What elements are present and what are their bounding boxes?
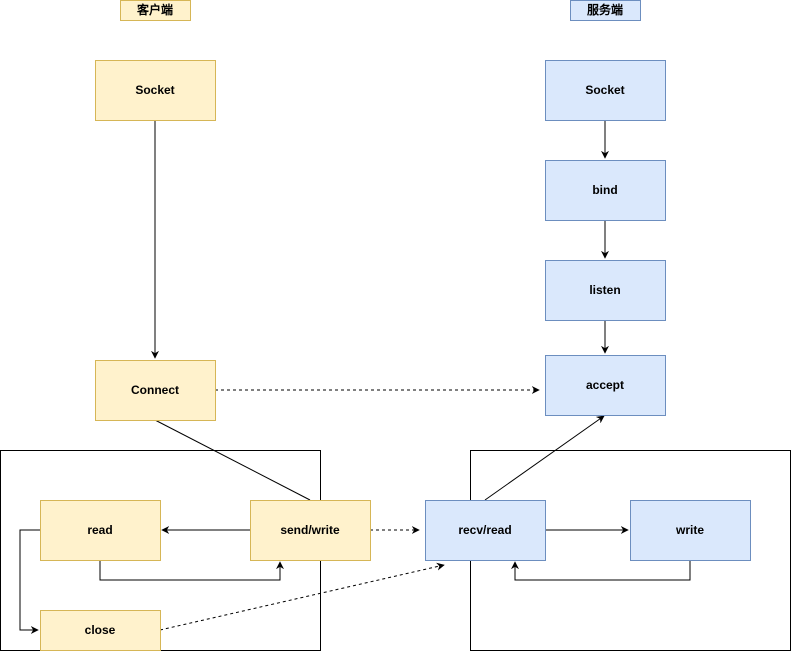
- client-title-label: 客户端: [136, 2, 173, 17]
- edge-read-close: [19, 529, 40, 634]
- client-send-write-node-label: send/write: [280, 523, 340, 537]
- edge-close-recvread: [159, 562, 445, 631]
- client-read-node-label: read: [87, 523, 112, 537]
- server-socket-node: Socket: [545, 60, 666, 121]
- edge-recvread-accept: [484, 415, 605, 501]
- client-connect-node: Connect: [95, 360, 216, 421]
- edge-read-sendwrite: [99, 560, 284, 581]
- client-connect-node-label: Connect: [131, 383, 179, 397]
- server-recv-read-node-label: recv/read: [458, 523, 511, 537]
- client-title: 客户端: [120, 0, 191, 21]
- server-title-label: 服务端: [587, 2, 623, 17]
- edge-connect-sendwrite: [154, 419, 311, 501]
- server-accept-node-label: accept: [586, 378, 624, 392]
- server-socket-node-label: Socket: [585, 83, 624, 97]
- server-write-node-label: write: [675, 523, 704, 537]
- edge-write-recvread: [511, 560, 691, 581]
- server-title: 服务端: [570, 0, 641, 21]
- client-send-write-node: send/write: [250, 500, 371, 561]
- server-bind-node-label: bind: [592, 183, 617, 197]
- server-recv-read-node: recv/read: [425, 500, 546, 561]
- client-read-node: read: [40, 500, 161, 561]
- server-listen-node-label: listen: [589, 283, 620, 297]
- client-close-node-label: close: [85, 623, 116, 637]
- socket-flow-diagram: 客户端 服务端 Socket Connect read send/write close So…: [0, 0, 791, 651]
- diagram-canvas: 客户端 服务端 Socket Connect read send/write close So…: [0, 0, 791, 651]
- server-accept-node: accept: [545, 355, 666, 416]
- server-listen-node: listen: [545, 260, 666, 321]
- client-close-node: close: [40, 610, 161, 651]
- server-bind-node: bind: [545, 160, 666, 221]
- client-socket-node-label: Socket: [135, 83, 174, 97]
- client-socket-node: Socket: [95, 60, 216, 121]
- server-write-node: write: [630, 500, 751, 561]
